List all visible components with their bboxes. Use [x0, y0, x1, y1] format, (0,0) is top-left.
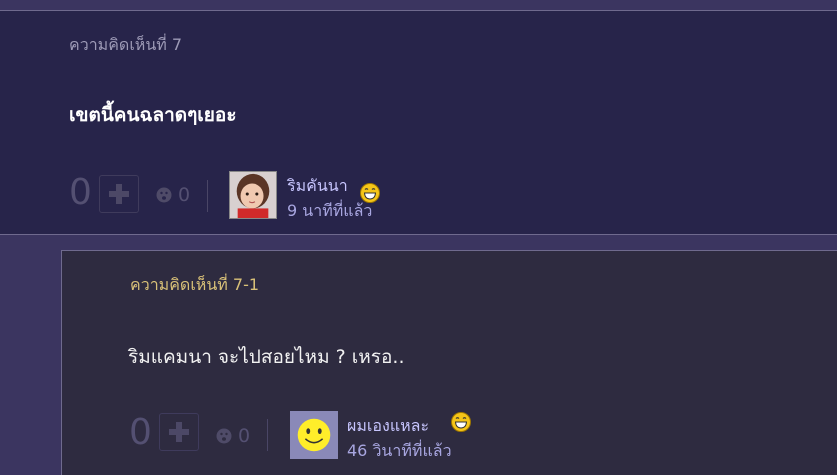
emotion-count: 0	[238, 425, 251, 447]
vote-count: 0	[69, 172, 92, 213]
user-name[interactable]: ริมคันนา	[287, 174, 348, 199]
emotion-icon[interactable]	[216, 428, 232, 444]
comment-number: ความคิดเห็นที่ 7-1	[130, 275, 260, 294]
vote-plus-button[interactable]	[159, 413, 199, 451]
emotion-count: 0	[178, 184, 191, 206]
user-avatar[interactable]	[229, 171, 277, 219]
plus-icon	[169, 422, 189, 442]
timestamp: 9 นาทีที่แล้ว	[287, 201, 373, 220]
divider	[207, 180, 208, 212]
timestamp: 46 วินาทีที่แล้ว	[347, 441, 452, 460]
divider	[267, 419, 268, 451]
user-name[interactable]: ผมเองแหละ	[347, 414, 429, 439]
comment-7: ความคิดเห็นที่ 7 เขตนี้คนฉลาดๆเยอะ 0 0 ร…	[0, 10, 837, 235]
emotion-icon[interactable]	[156, 187, 172, 203]
comment-7-1: ความคิดเห็นที่ 7-1 ริมแคมนา จะไปสอยไหม ?…	[61, 250, 837, 475]
comment-text: ริมแคมนา จะไปสอยไหม ? เหรอ..	[128, 346, 405, 368]
user-avatar[interactable]	[290, 411, 338, 459]
comment-number: ความคิดเห็นที่ 7	[69, 35, 183, 54]
vote-count: 0	[129, 412, 152, 453]
smiley-avatar-icon	[291, 412, 337, 458]
comment-text: เขตนี้คนฉลาดๆเยอะ	[69, 104, 237, 126]
plus-icon	[109, 184, 129, 204]
girl-photo-avatar-icon	[230, 172, 276, 218]
laughing-face-icon	[451, 412, 471, 432]
vote-plus-button[interactable]	[99, 175, 139, 213]
